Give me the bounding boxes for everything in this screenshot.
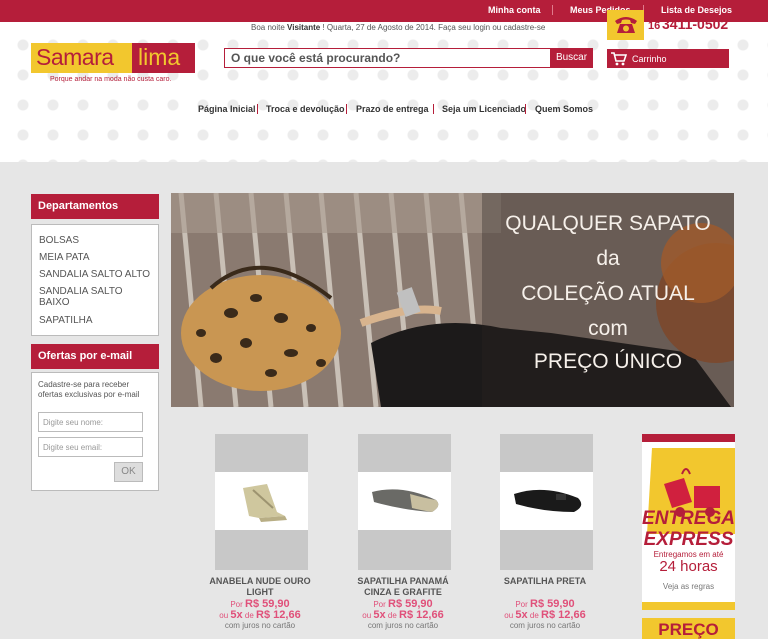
nav-exchange[interactable]: Troca e devolução: [266, 104, 345, 114]
dept-link-sandalia-salto-baixo[interactable]: SANDALIA SALTO BAIXO: [39, 286, 134, 308]
dept-link-sandalia-salto-alto[interactable]: SANDALIA SALTO ALTO: [39, 269, 150, 280]
express-line-4: 24 horas: [659, 558, 718, 575]
newsletter-email-input[interactable]: [38, 437, 143, 457]
banner-line-4: com: [588, 317, 628, 340]
offers-description: Cadastre-se para receber ofertas exclusi…: [38, 380, 140, 399]
express-line-1: ENTREGA: [642, 508, 735, 529]
nav-divider: [525, 104, 526, 114]
product-juros: com juros no cartão: [509, 621, 581, 630]
product-installment: ou 5x de R$ 12,66: [504, 609, 586, 621]
banner-line-1: QUALQUER SAPATO: [505, 212, 711, 235]
nav-divider: [346, 104, 347, 114]
price-ad-text: PREÇO: [658, 620, 719, 639]
nav-delivery[interactable]: Prazo de entrega: [356, 104, 429, 114]
newsletter-ok-button[interactable]: OK: [114, 462, 143, 482]
express-line-2: EXPRESS: [643, 529, 734, 550]
nav-divider: [433, 104, 434, 114]
product-image-preta[interactable]: [500, 434, 593, 570]
nav-licensee[interactable]: Seja um Licenciado: [442, 104, 526, 114]
product-image-anabela[interactable]: [215, 434, 308, 570]
logo-text-lima[interactable]: lima: [138, 44, 180, 71]
flat-shoe-icon: [514, 489, 582, 512]
top-bar: Minha conta Meus Pedidos Lista de Desejo…: [0, 0, 768, 22]
my-account-link[interactable]: Minha conta: [488, 5, 541, 15]
wedge-sandal-icon: [243, 484, 287, 522]
flat-shoe-icon: [372, 489, 439, 512]
product-image-panama[interactable]: [358, 434, 451, 570]
greeting-text: Boa noite Visitante ! Quarta, 27 de Agos…: [251, 23, 546, 32]
banner-line-2: da: [596, 247, 620, 270]
logo-text-samara[interactable]: Samara: [36, 44, 114, 71]
phone-area-code: 16: [648, 20, 661, 32]
product-name[interactable]: SAPATILHA PANAMÁ CINZA E GRAFITE: [343, 576, 463, 598]
nav-divider: [257, 104, 258, 114]
cart-label[interactable]: Carrinho: [632, 54, 667, 64]
product-name[interactable]: ANABELA NUDE OURO LIGHT: [200, 576, 320, 598]
nav-home[interactable]: Página Inicial: [198, 104, 256, 114]
logo-tagline: Porque andar na moda não custa caro.: [50, 76, 172, 83]
search-button[interactable]: Buscar: [550, 48, 593, 68]
product-name[interactable]: SAPATILHA PRETA: [485, 576, 605, 587]
banner-line-3: COLEÇÃO ATUAL: [521, 282, 695, 305]
dept-link-bolsas[interactable]: BOLSAS: [39, 235, 79, 246]
cart-icon: [611, 52, 627, 66]
topbar-divider: [552, 5, 553, 15]
banner-line-5: PREÇO ÚNICO: [533, 350, 683, 373]
express-delivery-ad[interactable]: ENTREGA EXPRESS Entregamos em até 24 hor…: [642, 434, 735, 610]
product-juros: com juros no cartão: [224, 621, 296, 630]
newsletter-name-input[interactable]: [38, 412, 143, 432]
wishlist-link[interactable]: Lista de Desejos: [661, 5, 732, 15]
product-juros: com juros no cartão: [367, 621, 439, 630]
nav-about[interactable]: Quem Somos: [535, 104, 593, 114]
price-ad[interactable]: PREÇO: [642, 618, 735, 639]
product-installment: ou 5x de R$ 12,66: [219, 609, 301, 621]
dept-link-sapatilha[interactable]: SAPATILHA: [39, 315, 93, 326]
product-installment: ou 5x de R$ 12,66: [362, 609, 444, 621]
phone-icon: [615, 17, 637, 33]
greeting-user: Visitante: [287, 23, 321, 32]
phone-number: 3411-0502: [662, 16, 729, 32]
express-rules-link[interactable]: Veja as regras: [642, 582, 735, 591]
search-input[interactable]: [224, 48, 551, 68]
departments-heading: Departamentos: [31, 194, 159, 219]
offers-heading: Ofertas por e-mail: [31, 344, 159, 369]
dept-link-meia-pata[interactable]: MEIA PATA: [39, 252, 90, 263]
